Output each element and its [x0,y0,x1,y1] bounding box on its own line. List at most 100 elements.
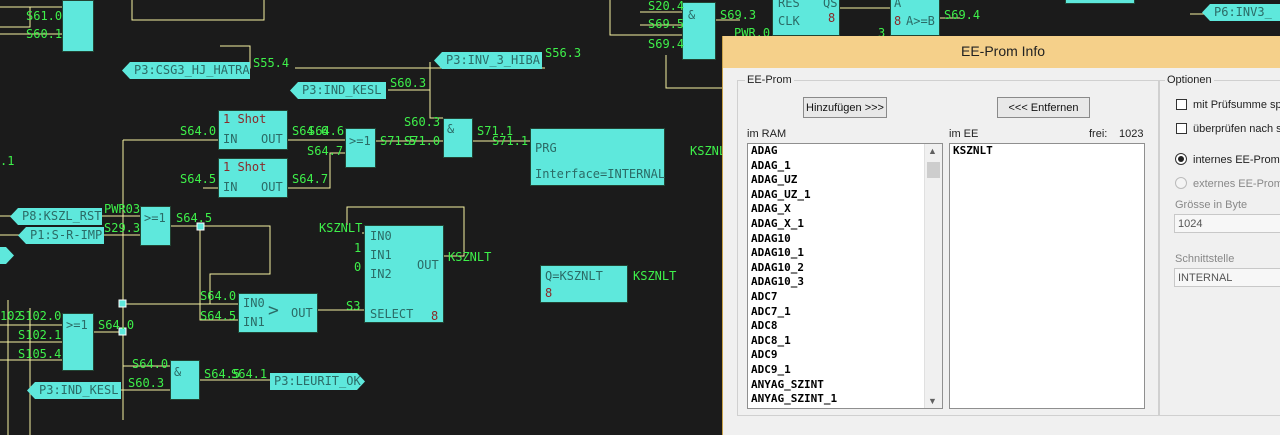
tag-ind-kesl-top[interactable]: P3:IND_KESL [290,82,386,99]
list-item[interactable]: ADAG [748,144,942,159]
block-and-1[interactable]: & [443,118,473,158]
eeprom-info-dialog[interactable]: EE-Prom Info EE-Prom Hinzufügen >>> <<< … [722,36,1280,435]
block-compare-top[interactable]: A A>=B 8 [890,0,940,36]
port-in1: IN1 [243,315,265,329]
port-in1: IN1 [370,248,392,262]
signal-label: S64.1 [231,367,268,381]
tag-inv3-right[interactable]: P6:INV3_ [1202,4,1280,21]
block-q-ksznlt[interactable]: Q=KSZNLT 8 [540,265,628,303]
dialog-title: EE-Prom Info [960,43,1046,59]
list-item[interactable]: ADAG_X [748,202,942,217]
list-item[interactable]: ADAG10_2 [748,261,942,276]
remove-button[interactable]: <<< Entfernen [997,97,1090,118]
block-rs[interactable]: RES CLK QS 8 [772,0,840,36]
tag-ind-kesl-bot[interactable]: P3:IND_KESL [27,382,121,399]
block-number: 8 [894,14,902,28]
signal-label: S64.5 [200,309,237,323]
list-item[interactable]: ADC7_1 [748,305,942,320]
internal-eeprom-radio[interactable] [1175,153,1187,165]
block-prg[interactable]: PRG Interface=INTERNAL [530,128,665,186]
signal-label: S71.0 [404,134,441,148]
list-item[interactable]: ADC8 [748,319,942,334]
port-in0: IN0 [370,229,392,243]
block-number: 8 [431,309,439,323]
block-title: Q=KSZNLT [545,269,603,283]
external-eeprom-radio[interactable] [1175,177,1187,189]
free-label: frei: [1089,128,1108,140]
port-out: OUT [291,306,313,320]
signal-label: 1 [354,241,362,255]
list-item[interactable]: ADAG10_3 [748,275,942,290]
port-in2: IN2 [370,267,392,281]
block-or-2[interactable]: >=1 [140,206,171,246]
size-label: Grösse in Byte [1175,199,1248,211]
list-item[interactable]: ADC9_1 [748,363,942,378]
block-title: 1 Shot [223,160,267,174]
list-item[interactable]: ADAG_1 [748,159,942,174]
port-out: OUT [261,180,283,194]
block-or-1[interactable]: >=1 [345,128,376,168]
scroll-up-icon[interactable]: ▲ [928,146,937,156]
block-and-2[interactable]: & [170,360,200,400]
block-top-right[interactable] [1065,0,1135,4]
ram-list-label: im RAM [747,128,787,140]
list-item[interactable]: ADC8_1 [748,334,942,349]
checksum-checkbox[interactable] [1176,99,1187,110]
ee-list-label: im EE [949,128,979,140]
list-item[interactable]: ANYAG_SZINT [748,378,942,393]
list-item[interactable]: ADC9 [748,348,942,363]
signal-label: S60.3 [404,115,441,129]
list-item[interactable]: ADAG10 [748,232,942,247]
list-item[interactable]: ANYAG_SZINT_1 [748,392,942,407]
list-item[interactable]: ADC7 [748,290,942,305]
compare-op: A>=B [906,14,935,28]
ee-list[interactable]: KSZNLT [949,143,1145,409]
block-one-shot-2[interactable]: 1 Shot IN OUT [218,158,288,198]
port-in0: IN0 [243,296,265,310]
signal-label: S64.7 [292,172,329,186]
verify-label: überprüfen nach sc [1193,123,1280,135]
block-one-shot-1[interactable]: 1 Shot IN OUT [218,110,288,150]
signal-label: S60.3 [128,376,165,390]
scroll-down-icon[interactable]: ▼ [928,396,937,406]
list-item[interactable]: KSZNLT [950,144,1144,159]
block-top-left[interactable] [62,0,94,52]
tag-sr-imp[interactable]: P1:S-R-IMP [18,227,104,244]
block-and-top[interactable]: & [682,2,716,60]
scroll-thumb[interactable] [927,162,940,178]
list-item[interactable]: ADAG_UZ_1 [748,188,942,203]
signal-label: .1 [0,154,15,168]
signal-label: PWR03 [104,202,141,216]
signal-label: S20.4 [648,0,685,13]
tag-inv3-hiba[interactable]: P3:INV_3_HIBA [434,52,542,69]
block-select[interactable]: IN0 IN1 IN2 OUT SELECT 8 [364,225,444,323]
add-button[interactable]: Hinzufügen >>> [803,97,887,118]
interface-field[interactable]: INTERNAL [1174,268,1280,287]
checksum-label: mit Prüfsumme spei [1193,99,1280,111]
list-item[interactable]: ADAG_X_1 [748,217,942,232]
signal-label: S64.5 [180,172,217,186]
port-qs: QS [823,0,838,10]
block-number: 8 [828,11,836,25]
list-item[interactable]: ADAG_UZ [748,173,942,188]
verify-checkbox[interactable] [1176,123,1187,134]
block-title: 1 Shot [223,112,267,126]
ram-list[interactable]: ADAG ADAG_1 ADAG_UZ ADAG_UZ_1 ADAG_X ADAG_X_1… [747,143,943,409]
dialog-title-bar[interactable]: EE-Prom Info [723,36,1280,68]
signal-label: S60.3 [390,76,427,90]
ram-list-scrollbar[interactable]: ▲ ▼ [924,144,942,408]
size-field[interactable]: 1024 [1174,214,1280,233]
block-or-3[interactable]: >=1 [62,313,94,371]
signal-label: S29.3 [104,221,141,235]
signal-label: S69.3 [720,8,757,22]
list-item[interactable]: ADAG10_1 [748,246,942,261]
tag-kszl-rst[interactable]: P8:KSZL_RST [10,208,102,225]
block-op: & [447,122,455,136]
signal-label: S64.0 [98,318,135,332]
port-res: RES [778,0,800,10]
block-compare[interactable]: IN0 IN1 > OUT [238,293,318,333]
signal-label: 0 [354,260,362,274]
tag-leurit-ok[interactable]: P3:LEURIT_OK [270,373,365,390]
tag-csg3[interactable]: P3:CSG3_HJ_HATRA [122,62,250,79]
block-op: >=1 [349,134,371,148]
